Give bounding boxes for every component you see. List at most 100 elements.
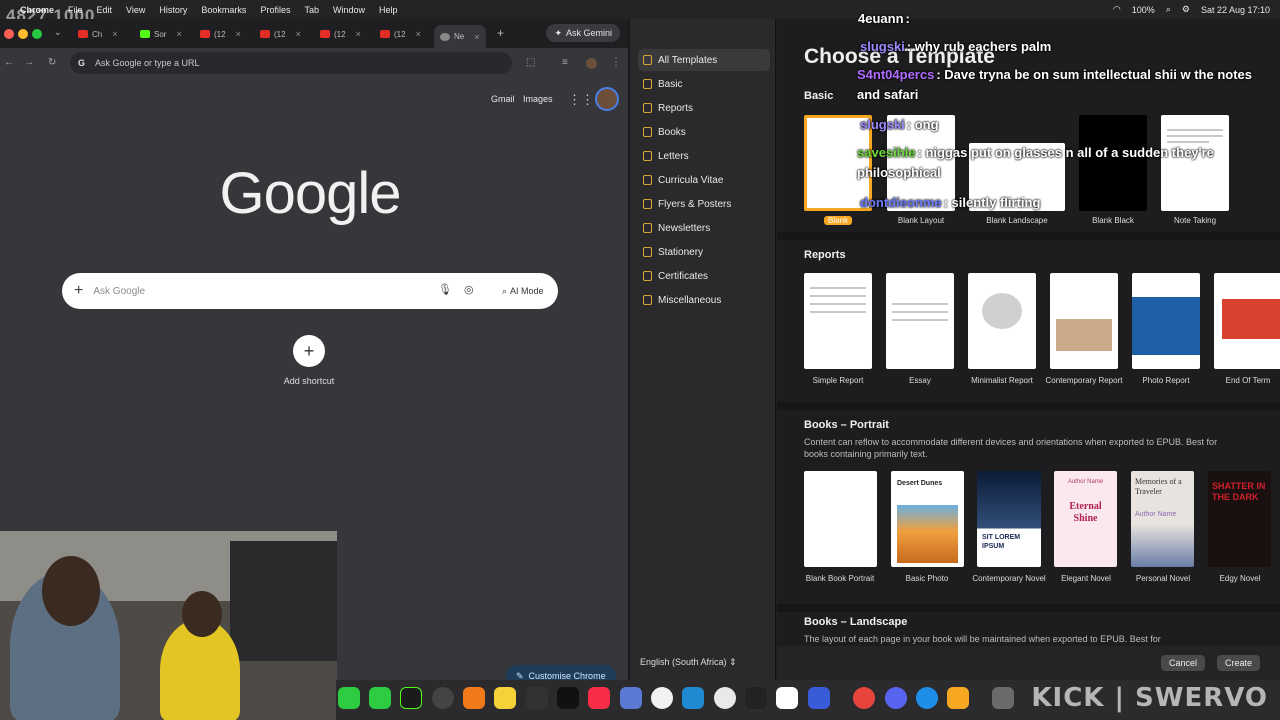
menu-help[interactable]: Help <box>379 5 398 15</box>
facetime-icon[interactable] <box>369 687 391 709</box>
kick-icon[interactable] <box>400 687 422 709</box>
chrome-icon[interactable] <box>853 687 875 709</box>
template-personal-novel[interactable]: Memories of a Traveler Author Name <box>1131 471 1194 567</box>
profile-avatar-icon[interactable] <box>586 58 597 69</box>
tab-1[interactable]: Ch × <box>78 25 118 43</box>
sidebar-item-all-templates[interactable]: All Templates <box>638 49 770 71</box>
notes-icon[interactable] <box>494 687 516 709</box>
reload-icon[interactable]: ↻ <box>48 57 56 68</box>
sidebar-item-basic[interactable]: Basic <box>638 73 770 95</box>
tab-5[interactable]: (12 × <box>320 25 361 43</box>
menu-history[interactable]: History <box>159 5 187 15</box>
tab-list-icon[interactable]: ≡ <box>562 57 568 68</box>
new-tab-icon[interactable]: + <box>497 26 504 40</box>
tab-6[interactable]: (12 × <box>380 25 421 43</box>
sidebar-item-letters[interactable]: Letters <box>638 145 770 167</box>
sidebar-item-reports[interactable]: Reports <box>638 97 770 119</box>
template-contemporary-novel[interactable]: SIT LOREM IPSUM <box>977 471 1041 567</box>
template-edgy-novel[interactable]: SHATTER IN THE DARK <box>1208 471 1271 567</box>
add-shortcut-button[interactable]: + <box>293 335 325 367</box>
add-attachment-icon[interactable]: + <box>74 282 83 300</box>
trash-icon[interactable] <box>992 687 1014 709</box>
github-icon[interactable] <box>651 687 673 709</box>
discord-icon[interactable] <box>885 687 907 709</box>
sidebar-item-stationery[interactable]: Stationery <box>638 241 770 263</box>
menubar-clock[interactable]: Sat 22 Aug 17:10 <box>1201 5 1270 15</box>
sidebar-item-newsletters[interactable]: Newsletters <box>638 217 770 239</box>
tab-active-new-tab[interactable]: Ne × <box>434 25 486 48</box>
notion-icon[interactable] <box>776 687 798 709</box>
images-link[interactable]: Images <box>523 94 553 104</box>
more-menu-icon[interactable]: ⋮ <box>611 57 621 68</box>
tab-3[interactable]: (12 × <box>200 25 241 43</box>
control-center-icon[interactable]: ⚙ <box>1182 4 1190 15</box>
tradingview-icon[interactable] <box>557 687 579 709</box>
back-icon[interactable]: ← <box>4 57 14 68</box>
menu-bookmarks[interactable]: Bookmarks <box>201 5 246 15</box>
menu-window[interactable]: Window <box>333 5 365 15</box>
minimize-window-icon[interactable] <box>18 29 28 39</box>
obs-icon[interactable] <box>432 687 454 709</box>
garageband-icon[interactable] <box>463 687 485 709</box>
battery-percent[interactable]: 100% <box>1132 5 1155 15</box>
ai-mode-button[interactable]: ⌕ AI Mode <box>494 279 552 303</box>
zoom-window-icon[interactable] <box>32 29 42 39</box>
close-tab-icon[interactable]: × <box>176 29 181 39</box>
template-end-of-term[interactable] <box>1214 273 1280 369</box>
menu-tab[interactable]: Tab <box>304 5 319 15</box>
template-photo-report[interactable] <box>1132 273 1200 369</box>
close-tab-icon[interactable]: × <box>112 29 117 39</box>
xcode-icon[interactable] <box>808 687 830 709</box>
sidebar-item-flyers-posters[interactable]: Flyers & Posters <box>638 193 770 215</box>
omnibox[interactable]: G Ask Google or type a URL <box>70 52 512 74</box>
account-avatar[interactable] <box>595 87 619 111</box>
close-window-icon[interactable] <box>4 29 14 39</box>
messages-icon[interactable] <box>338 687 360 709</box>
menu-profiles[interactable]: Profiles <box>260 5 290 15</box>
google-lens-icon[interactable]: ◎ <box>464 283 474 296</box>
chatgpt-icon[interactable] <box>714 687 736 709</box>
template-basic-photo[interactable]: Desert Dunes <box>891 471 964 567</box>
sidebar-item-certificates[interactable]: Certificates <box>638 265 770 287</box>
menu-edit[interactable]: Edit <box>97 5 113 15</box>
sidebar-item-books[interactable]: Books <box>638 121 770 143</box>
vscode-icon[interactable] <box>682 687 704 709</box>
wifi-icon[interactable]: ◠ <box>1113 4 1121 15</box>
microphone-icon[interactable]: 🎙 <box>438 283 452 296</box>
cancel-button[interactable]: Cancel <box>1161 655 1206 671</box>
google-search-box[interactable]: + Ask Google 🎙 ◎ ⌕ AI Mode <box>62 273 558 309</box>
ask-gemini-button[interactable]: ✦ Ask Gemini <box>546 24 620 42</box>
davinci-icon[interactable] <box>620 687 642 709</box>
music-icon[interactable] <box>588 687 610 709</box>
close-tab-icon[interactable]: × <box>236 29 241 39</box>
google-apps-icon[interactable]: ⋮⋮ <box>568 92 594 108</box>
gmail-link[interactable]: Gmail <box>491 94 515 104</box>
close-tab-icon[interactable]: × <box>356 29 361 39</box>
menu-view[interactable]: View <box>126 5 145 15</box>
customise-chrome-button[interactable]: ✎ Customise Chrome <box>506 665 616 680</box>
capcut-icon[interactable] <box>745 687 767 709</box>
tab-4[interactable]: (12 × <box>260 25 301 43</box>
search-icon[interactable]: ⌕ <box>1166 4 1171 15</box>
search-input[interactable]: Ask Google <box>93 286 145 297</box>
template-essay[interactable] <box>886 273 954 369</box>
template-minimalist-report[interactable] <box>968 273 1036 369</box>
tab-2[interactable]: Sor × <box>140 25 182 43</box>
sidebar-item-miscellaneous[interactable]: Miscellaneous <box>638 289 770 311</box>
language-selector[interactable]: English (South Africa) ⇕ <box>640 657 737 668</box>
create-button[interactable]: Create <box>1217 655 1261 671</box>
template-elegant-novel[interactable]: Author Name Eternal Shine <box>1054 471 1117 567</box>
quicktime-icon[interactable] <box>916 687 938 709</box>
final-cut-icon[interactable] <box>526 687 548 709</box>
sidebar-item-curricula-vitae[interactable]: Curricula Vitae <box>638 169 770 191</box>
template-blank-book-portrait[interactable] <box>804 471 877 567</box>
close-tab-icon[interactable]: × <box>296 29 301 39</box>
template-contemporary-report[interactable] <box>1050 273 1118 369</box>
template-simple-report[interactable] <box>804 273 872 369</box>
close-tab-icon[interactable]: × <box>416 29 421 39</box>
pages-icon[interactable] <box>947 687 969 709</box>
tab-search-icon[interactable]: ⌄ <box>54 27 62 38</box>
close-tab-icon[interactable]: × <box>474 32 479 42</box>
forward-icon[interactable]: → <box>24 57 34 68</box>
extensions-icon[interactable]: ⬚ <box>526 57 535 68</box>
